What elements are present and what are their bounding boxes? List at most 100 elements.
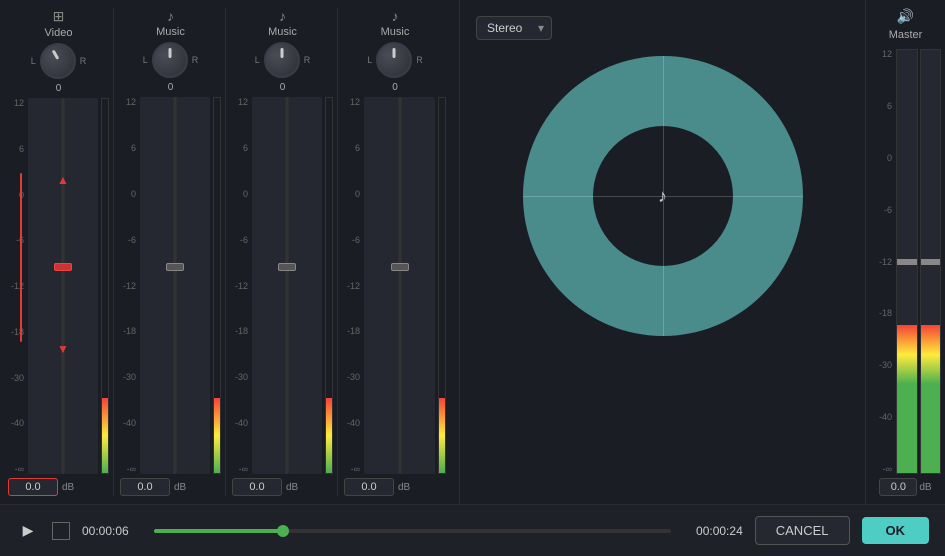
fader-line [20,173,22,342]
master-meter-left[interactable] [896,49,918,474]
stereo-dropdown-wrapper[interactable]: Stereo Mono Left Right [476,16,552,40]
music2-fader-container: 12 6 0 -6 -12 -18 -30 -40 -∞ [232,97,333,474]
vinyl-container: ♪ [523,56,803,336]
music3-db-row: dB [344,478,446,496]
music1-fader-track-area [140,97,221,474]
music2-label: Music [268,26,297,38]
music1-icon: ♪ [167,8,174,24]
video-db-row: dB [8,478,109,496]
music2-fader-track[interactable] [252,97,322,474]
music3-knob[interactable] [376,42,412,78]
m3-right-label: R [416,55,423,65]
music2-db-input[interactable] [232,478,282,496]
music3-label: Music [381,26,410,38]
video-knob[interactable] [40,43,76,79]
master-thumb-right[interactable] [920,259,942,265]
vinyl-outer: ♪ [523,56,803,336]
progress-bar[interactable] [154,529,671,533]
music3-fader-track[interactable] [364,97,435,474]
music2-fader-scale: 12 6 0 -6 -12 -18 -30 -40 -∞ [232,97,250,474]
channel-music2: ♪ Music L R 0 12 6 0 -6 -12 -18 -30 -40 … [228,8,338,496]
music2-db-row: dB [232,478,333,496]
m2-left-label: L [255,55,260,65]
music1-fader-track[interactable] [140,97,210,474]
master-db-row: dB [879,478,931,496]
music1-fader-container: 12 6 0 -6 -12 -18 -30 -40 -∞ [120,97,221,474]
music2-db-unit: dB [286,482,298,493]
music3-fader-track-area [364,97,446,474]
music3-icon: ♪ [392,8,399,24]
cancel-button[interactable]: CANCEL [755,516,850,545]
right-label: R [80,56,87,66]
video-fader-container: 12 6 0 -6 -12 -18 -30 -40 -∞ ▲ [8,98,109,474]
music2-knob-row: L R [255,42,311,78]
video-fader-thumb[interactable] [54,263,72,271]
music3-level-meter [438,97,446,474]
music1-knob-value: 0 [168,82,174,93]
m1-right-label: R [192,55,199,65]
video-db-unit: dB [62,482,74,493]
music1-db-row: dB [120,478,221,496]
video-fader-scale: 12 6 0 -6 -12 -18 -30 -40 -∞ [8,98,26,474]
m2-right-label: R [304,55,311,65]
music1-knob[interactable] [152,42,188,78]
music2-fader-thumb[interactable] [278,263,296,271]
vinyl-crosshair-v [663,56,664,336]
music1-fader-scale: 12 6 0 -6 -12 -18 -30 -40 -∞ [120,97,138,474]
music3-db-input[interactable] [344,478,394,496]
music2-icon: ♪ [279,8,286,24]
master-thumb-left[interactable] [896,259,918,265]
video-knob-value: 0 [56,83,62,94]
m1-left-label: L [143,55,148,65]
progress-fill [154,529,283,533]
speaker-icon: 🔊 [897,8,914,25]
master-panel: 🔊 Master 12 6 0 -6 -12 -18 -30 -40 -∞ [865,0,945,504]
stereo-dropdown[interactable]: Stereo Mono Left Right [476,16,552,40]
master-meter-right[interactable] [920,49,942,474]
music1-fader-thumb[interactable] [166,263,184,271]
play-button[interactable]: ▶ [16,519,40,543]
master-scale: 12 6 0 -6 -12 -18 -30 -40 -∞ [870,49,892,474]
video-level-meter [101,98,109,474]
music2-fader-track-area [252,97,333,474]
channel-video: ⊞ Video L R 0 12 6 0 -6 -12 -18 -30 -40 … [4,8,114,496]
music1-level-meter [213,97,221,474]
channel-music1: ♪ Music L R 0 12 6 0 -6 -12 -18 -30 -40 … [116,8,226,496]
master-label: Master [889,29,923,41]
transport-bar: ▶ 00:00:06 00:00:24 CANCEL OK [0,504,945,556]
video-db-input[interactable] [8,478,58,496]
music3-db-unit: dB [398,482,410,493]
progress-thumb[interactable] [277,525,289,537]
left-label: L [31,56,36,66]
m3-left-label: L [367,55,372,65]
video-fader-track[interactable]: ▲ ▼ [28,98,98,474]
music2-knob[interactable] [264,42,300,78]
visualizer-panel: Stereo Mono Left Right ♪ [460,0,865,504]
time-current: 00:00:06 [82,524,142,538]
stop-button[interactable] [52,522,70,540]
channel-music3: ♪ Music L R 0 12 6 0 -6 -12 -18 -30 -40 … [340,8,450,496]
master-db-input[interactable] [879,478,917,496]
music2-level-meter [325,97,333,474]
video-icon: ⊞ [53,8,65,25]
music1-db-unit: dB [174,482,186,493]
stereo-selector: Stereo Mono Left Right [476,16,552,40]
music3-knob-value: 0 [392,82,398,93]
music2-knob-value: 0 [280,82,286,93]
master-fader-area: 12 6 0 -6 -12 -18 -30 -40 -∞ [870,49,941,474]
time-end: 00:00:24 [683,524,743,538]
music3-knob-row: L R [367,42,423,78]
video-knob-row: L R [31,43,87,79]
music1-db-input[interactable] [120,478,170,496]
master-db-unit: dB [919,482,931,493]
video-label: Video [45,27,73,39]
music3-fader-scale: 12 6 0 -6 -12 -18 -30 -40 -∞ [344,97,362,474]
video-fader-track-area: ▲ ▼ [28,98,109,474]
main-content: ⊞ Video L R 0 12 6 0 -6 -12 -18 -30 -40 … [0,0,945,504]
music1-label: Music [156,26,185,38]
music3-fader-thumb[interactable] [391,263,409,271]
music3-fader-container: 12 6 0 -6 -12 -18 -30 -40 -∞ [344,97,446,474]
ok-button[interactable]: OK [862,517,930,544]
mixer-panel: ⊞ Video L R 0 12 6 0 -6 -12 -18 -30 -40 … [0,0,460,504]
master-meters [896,49,941,474]
